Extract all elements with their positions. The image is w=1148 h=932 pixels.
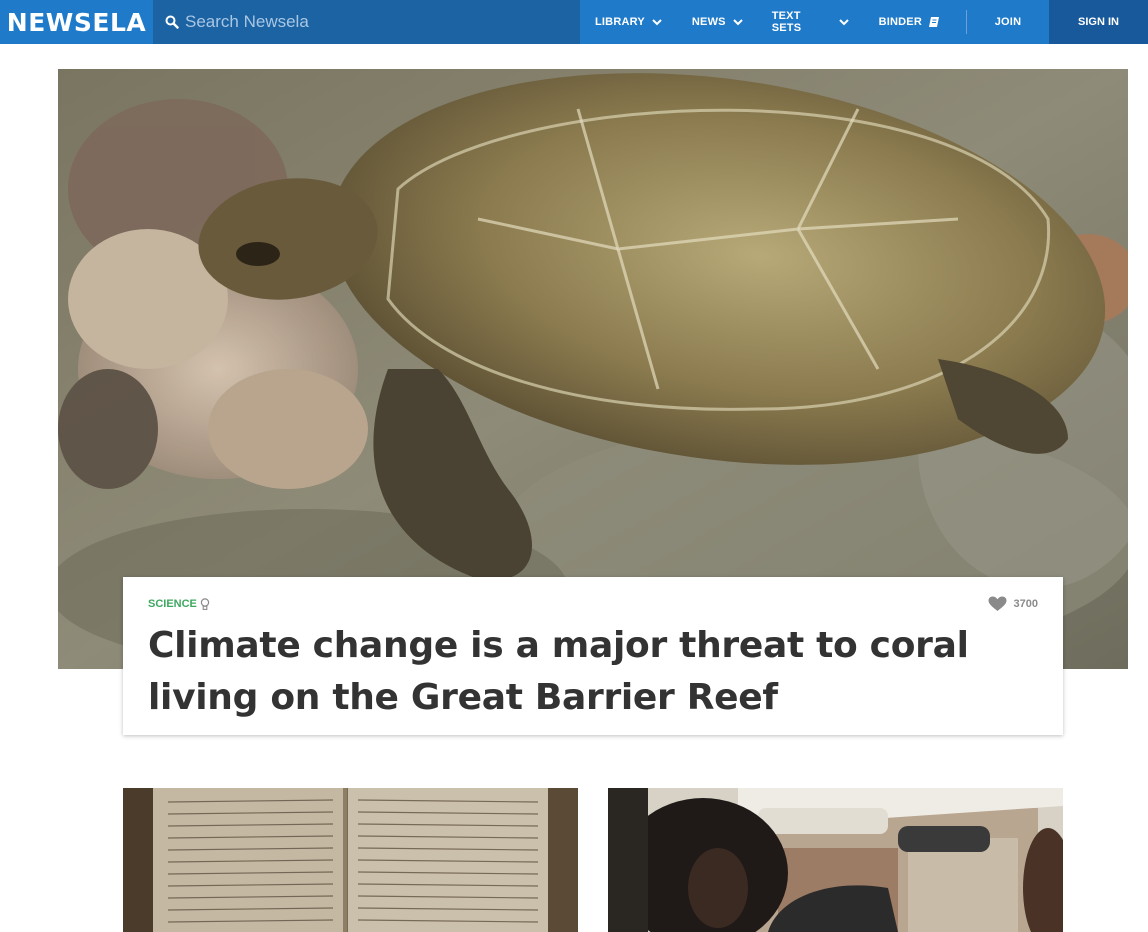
nav-library-label: LIBRARY [595, 16, 645, 28]
category-label[interactable]: SCIENCE [148, 597, 210, 611]
search-bar [153, 0, 580, 44]
category-text: SCIENCE [148, 598, 197, 610]
newsela-logo[interactable]: NEWSELA [0, 0, 153, 44]
nav-binder-label: BINDER [878, 16, 922, 28]
nav-text-sets-label: TEXT SETS [771, 10, 802, 34]
chevron-down-icon [732, 18, 743, 26]
driving-car-photo [608, 788, 1063, 932]
handwritten-book-photo [123, 788, 578, 932]
article-thumbnail-driving[interactable] [608, 788, 1063, 932]
join-link[interactable]: JOIN [967, 0, 1049, 44]
likes-count: 3700 [1013, 598, 1038, 610]
sign-in-button[interactable]: SIGN IN [1049, 0, 1148, 44]
search-input[interactable] [185, 12, 565, 32]
search-icon[interactable] [165, 15, 179, 29]
book-icon [928, 16, 940, 28]
nav-news[interactable]: NEWS [692, 0, 743, 44]
chevron-down-icon [652, 18, 662, 26]
chevron-down-icon [838, 18, 849, 26]
nav-text-sets[interactable]: TEXT SETS [772, 0, 849, 44]
main-menu: LIBRARY NEWS TEXT SETS BINDER JOIN [580, 0, 1049, 44]
likes-counter[interactable]: 3700 [988, 596, 1038, 612]
heart-icon [988, 596, 1007, 612]
lightbulb-icon [200, 597, 210, 611]
sign-in-label: SIGN IN [1078, 16, 1119, 28]
article-headline[interactable]: Climate change is a major threat to cora… [148, 620, 1038, 724]
nav-binder[interactable]: BINDER [879, 0, 940, 44]
card-meta: SCIENCE 3700 [148, 596, 1038, 612]
top-navigation-bar: NEWSELA LIBRARY NEWS TEXT SETS BINDER JO… [0, 0, 1148, 44]
featured-article-card[interactable]: SCIENCE 3700 Climate change is a major t… [123, 577, 1063, 735]
nav-news-label: NEWS [691, 16, 726, 28]
nav-library[interactable]: LIBRARY [595, 0, 662, 44]
join-label: JOIN [994, 16, 1022, 28]
article-thumbnail-book[interactable] [123, 788, 578, 932]
